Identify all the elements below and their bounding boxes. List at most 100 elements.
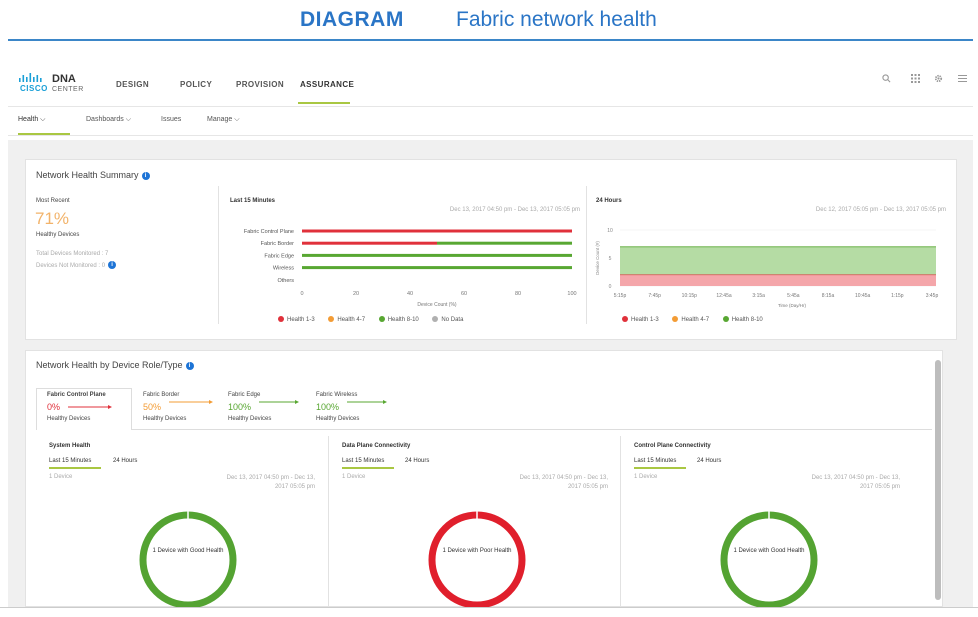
panel-tab-indicator [634, 467, 686, 469]
role-tab-fabric-wireless[interactable]: Fabric Wireless 100% Healthy Devices [316, 392, 387, 422]
x-tick-label: 5:45a [787, 293, 800, 299]
devices-monitored: Total Devices Monitored : 7 [36, 251, 109, 257]
diagram-banner: DIAGRAM Fabric network health [0, 0, 978, 40]
y-tick-label: 0 [609, 284, 612, 290]
info-icon[interactable]: i [141, 172, 150, 180]
active-subnav-indicator [18, 133, 70, 135]
health-percentage: 71% [35, 209, 70, 228]
bar-category-label: Fabric Edge [264, 253, 294, 259]
panel-title: Data Plane Connectivity [342, 443, 411, 449]
legend-dot [378, 316, 385, 322]
subnav-issues[interactable]: Issues [161, 116, 181, 123]
panel-tab-15min[interactable]: Last 15 Minutes [49, 458, 91, 464]
panel-divider [328, 436, 329, 606]
x-tick-label: 1:15p [891, 293, 904, 299]
legend-label: Health 8-10 [387, 317, 419, 323]
donut-center-label: 1 Device with Poor Health [442, 548, 512, 554]
cisco-logo-icon [19, 73, 42, 82]
legend-dot [432, 316, 439, 322]
role-section-title-text: Network Health by Device Role/Type [36, 360, 183, 370]
health-bar-chart: Fabric Control Plane Fabric Border Fabric … [244, 229, 577, 308]
banner-title: Fabric network health [456, 8, 657, 31]
panel-tab-24h[interactable]: 24 Hours [113, 458, 137, 464]
panel-tab-15min[interactable]: Last 15 Minutes [634, 458, 676, 464]
bar-segment [302, 266, 572, 270]
bar-segment [302, 241, 437, 245]
x-tick-label: 10:15p [682, 293, 698, 299]
subnav-health[interactable]: Health ⌵ [18, 116, 46, 124]
devices-not-monitored: Devices Not Monitored : 0 [36, 263, 106, 269]
healthy-devices-label: Healthy Devices [36, 232, 80, 238]
info-icon[interactable]: i [185, 362, 194, 370]
nav-tab-policy[interactable]: POLICY [180, 80, 212, 89]
menu-icon[interactable] [958, 74, 967, 83]
x-tick-label: 40 [407, 291, 413, 297]
panel-tab-24h[interactable]: 24 Hours [697, 458, 721, 464]
bar-segment [302, 229, 572, 233]
chart-24h-title: 24 Hours [596, 198, 622, 204]
role-tab-fabric-border[interactable]: Fabric Border 50% Healthy Devices [143, 392, 213, 422]
panel-tab-24h[interactable]: 24 Hours [405, 458, 429, 464]
legend-label: Health 8-10 [731, 317, 763, 323]
legend-item: Health 4-7 [672, 316, 710, 323]
x-axis-title: Time (Day/Hr) [778, 303, 807, 308]
cisco-wordmark: CISCO [20, 84, 48, 93]
subnav-dashboards[interactable]: Dashboards ⌵ [86, 116, 131, 124]
summary-title-text: Network Health Summary [36, 170, 139, 180]
legend-item: Health 8-10 [722, 316, 763, 323]
summary-title: Network Health Summary i [36, 170, 150, 180]
y-tick-label: 5 [609, 256, 612, 262]
trend-arrow-icon [168, 400, 213, 404]
apps-grid-icon[interactable] [911, 74, 920, 83]
legend-label: Health 4-7 [337, 317, 366, 323]
panel-time-range: Dec 13, 2017 04:50 pm - Dec 13, 2017 05:… [226, 475, 315, 490]
brand-subtitle: CENTER [52, 86, 84, 93]
summary-divider [586, 186, 587, 324]
vertical-scrollbar[interactable] [935, 360, 941, 600]
bar-category-label: Others [277, 278, 294, 284]
x-tick-label: 3:45p [926, 293, 939, 299]
donut-center-label: 1 Device with Good Health [733, 548, 805, 554]
role-tab-pct: 0% [47, 402, 112, 412]
subnav-manage[interactable]: Manage ⌵ [207, 116, 240, 124]
role-section-title: Network Health by Device Role/Type i [36, 360, 194, 370]
legend-dot [328, 316, 335, 322]
pct-value: 100% [228, 402, 252, 412]
gear-icon[interactable] [934, 74, 943, 83]
role-tab-label: Healthy Devices [143, 416, 187, 422]
bottom-edge [0, 607, 978, 617]
panel-tab-15min[interactable]: Last 15 Minutes [342, 458, 384, 464]
legend-label: No Data [441, 317, 464, 323]
most-recent-label: Most Recent [36, 198, 70, 204]
sub-navigation: Health ⌵ Dashboards ⌵ Issues Manage ⌵ [8, 106, 973, 136]
trend-arrow-icon [346, 400, 387, 404]
role-tab-fabric-control-plane[interactable]: Fabric Control Plane 0% Healthy Devices [47, 392, 112, 422]
role-tab-name: Fabric Border [143, 392, 180, 398]
legend-dot [278, 316, 284, 322]
legend-item: No Data [432, 316, 464, 323]
nav-tab-assurance[interactable]: ASSURANCE [300, 80, 354, 89]
chart-15min-title: Last 15 Minutes [230, 198, 276, 204]
nav-tab-design[interactable]: DESIGN [116, 80, 149, 89]
x-tick-label: 0 [300, 291, 303, 297]
legend-label: Health 4-7 [681, 317, 710, 323]
donut-ring [139, 511, 237, 609]
info-icon[interactable]: i [108, 261, 117, 269]
role-tab-label: Healthy Devices [316, 416, 360, 422]
legend-label: Health 1-3 [631, 317, 659, 323]
role-tab-fabric-edge[interactable]: Fabric Edge 100% Healthy Devices [228, 392, 299, 422]
x-tick-label: 20 [353, 291, 359, 297]
donut-center-label: 1 Device with Good Health [152, 548, 224, 554]
panel-device-count: 1 Device [634, 474, 658, 480]
top-navigation: CISCO DNA CENTER DESIGN POLICY PROVISION… [8, 62, 973, 106]
search-icon[interactable] [882, 74, 891, 83]
y-axis-title: Device Count (#) [595, 241, 600, 275]
legend-label: Health 1-3 [287, 317, 315, 323]
role-tab-pct: 100% [228, 399, 299, 412]
nav-tab-provision[interactable]: PROVISION [236, 80, 284, 89]
donut-ring [720, 511, 818, 609]
banner-tag: DIAGRAM [300, 8, 404, 31]
panel-title: System Health [49, 443, 91, 449]
role-tab-label: Healthy Devices [228, 416, 272, 422]
trend-arrow-icon [67, 405, 112, 409]
